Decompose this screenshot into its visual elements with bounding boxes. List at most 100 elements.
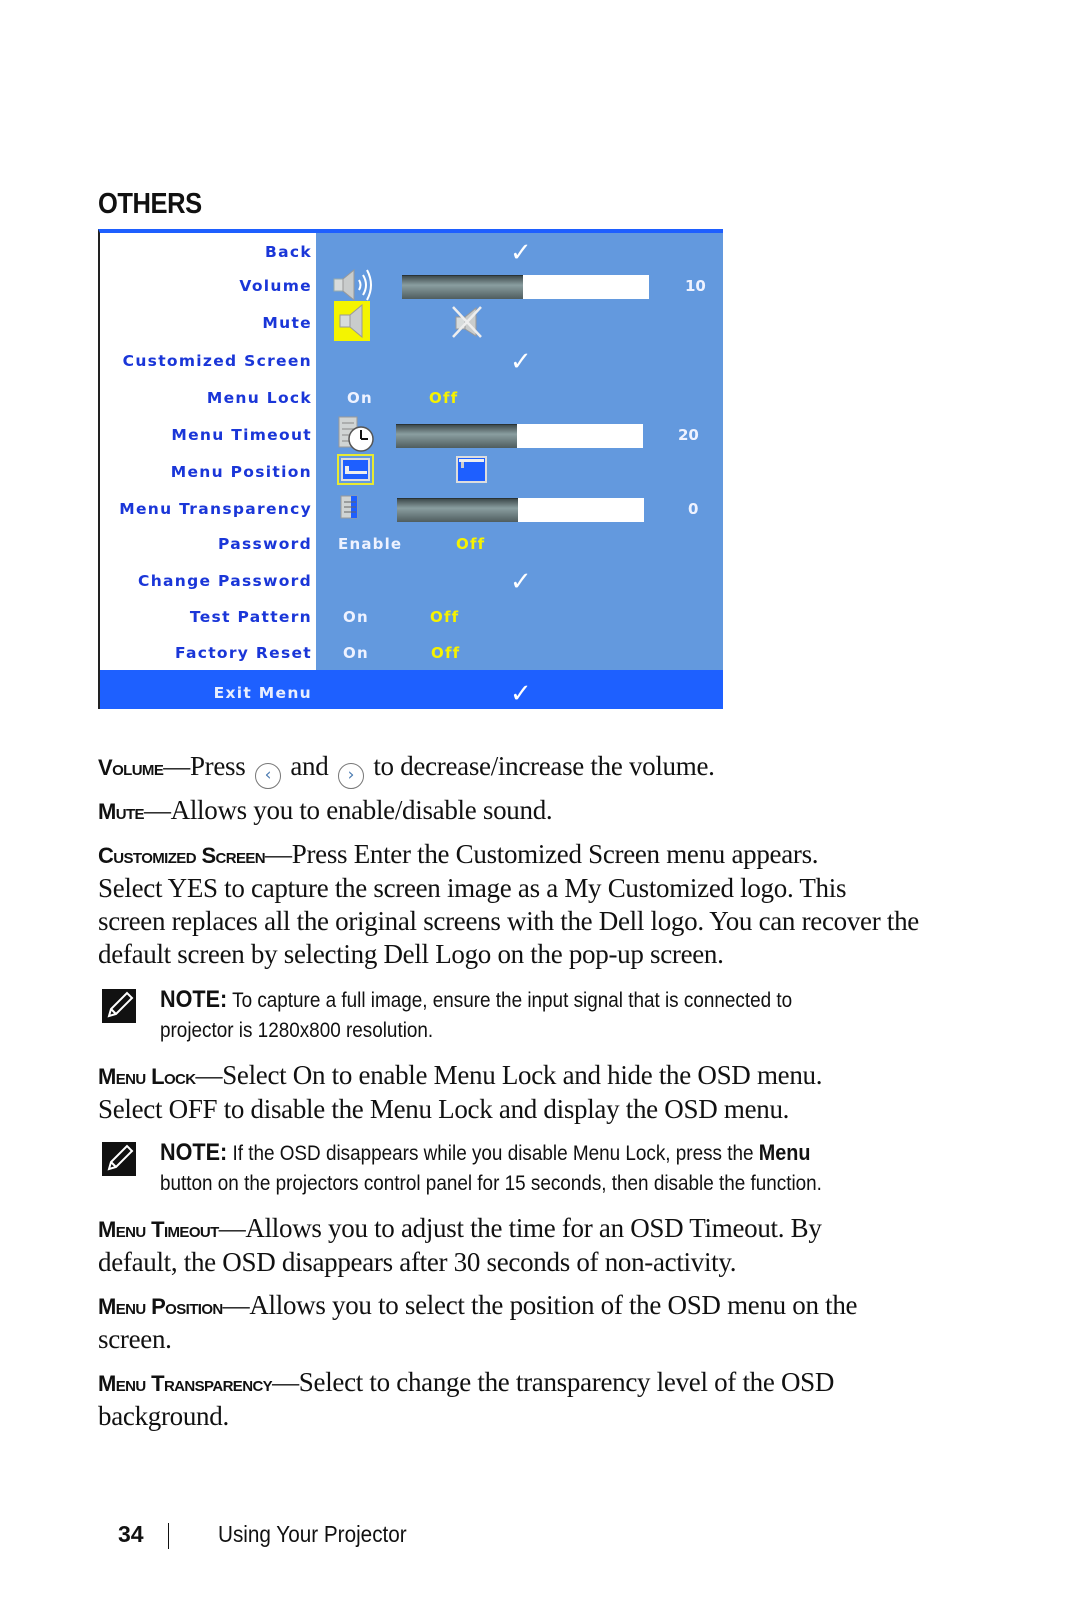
osd-row-test-pattern[interactable]: Test Pattern On Off [100,601,723,635]
position-top-left-icon[interactable] [456,456,487,483]
text: and [283,751,335,781]
section-title: OTHERS [98,188,202,220]
option-off[interactable]: Off [431,644,460,662]
osd-label: Customized Screen [122,352,312,370]
checkmark-icon[interactable]: ✓ [510,567,532,597]
checkmark-icon[interactable]: ✓ [510,679,532,709]
osd-label: Menu Timeout [171,426,312,444]
osd-label: Back [265,243,312,261]
osd-label: Menu Transparency [119,500,312,518]
osd-label: Menu Lock [206,389,312,407]
osd-row-menu-timeout[interactable]: Menu Timeout 20 [100,416,723,453]
page-footer: 34 Using Your Projector [118,1521,407,1549]
osd-row-back[interactable]: Back ✓ [100,236,723,270]
customized-screen-description: Customized Screen—Press Enter the Custom… [98,838,938,971]
page-number: 34 [118,1521,144,1547]
osd-menu: Back ✓ Volume 10 Mute Customized Screen … [98,229,723,709]
menu-transparency-description: Menu Transparency—Select to change the t… [98,1366,938,1433]
footer-divider [168,1523,169,1549]
checkmark-icon[interactable]: ✓ [510,238,532,268]
term-customized-screen: Customized Screen [98,843,266,868]
speaker-icon[interactable] [334,301,370,341]
menu-timeout-slider[interactable] [396,424,643,448]
volume-slider[interactable] [402,275,649,299]
text: To capture a full image, ensure the inpu… [227,989,793,1012]
term-mute: Mute [98,799,145,824]
note-pencil-icon [102,1142,136,1176]
dash: — [218,1213,246,1243]
term-menu-transparency: Menu Transparency [98,1371,273,1396]
text: projector is 1280x800 resolution. [160,1019,434,1042]
chapter-title: Using Your Projector [218,1521,407,1547]
term-volume: Volume [98,755,164,780]
position-bottom-left-icon[interactable] [337,454,374,485]
text: default, the OSD disappears after 30 sec… [98,1247,737,1277]
text: background. [98,1401,229,1431]
osd-row-exit-menu[interactable]: Exit Menu ✓ [100,677,723,711]
dash: — [222,1290,250,1320]
option-on[interactable]: On [343,608,369,626]
right-arrow-button-icon: › [337,763,364,789]
osd-row-menu-lock[interactable]: Menu Lock On Off [100,382,723,416]
osd-row-menu-position[interactable]: Menu Position [100,454,723,490]
osd-row-customized-screen[interactable]: Customized Screen ✓ [100,345,723,379]
text: Press [189,751,252,781]
text: Select OFF to disable the Menu Lock and … [98,1094,790,1124]
note-text: NOTE: To capture a full image, ensure th… [160,985,997,1046]
osd-label: Test Pattern [189,608,312,626]
menu-button-reference: Menu [758,1140,811,1165]
osd-label: Menu Position [170,463,312,481]
term-menu-lock: Menu Lock [98,1064,196,1089]
osd-label: Password [218,535,312,553]
osd-label: Factory Reset [174,644,312,662]
text: to decrease/increase the volume. [366,751,715,781]
muted-speaker-icon[interactable] [450,303,484,341]
osd-row-mute[interactable]: Mute [100,301,723,341]
menu-position-description: Menu Position—Allows you to select the p… [98,1289,938,1356]
option-on[interactable]: On [343,644,369,662]
osd-label: Mute [262,314,312,332]
menu-timeout-description: Menu Timeout—Allows you to adjust the ti… [98,1212,938,1279]
osd-row-factory-reset[interactable]: Factory Reset On Off [100,637,723,671]
text: Allows you to select the position of the… [249,1290,858,1320]
menu-lock-description: Menu Lock—Select On to enable Menu Lock … [98,1059,938,1126]
term-menu-timeout: Menu Timeout [98,1217,219,1242]
menu-clock-icon [338,416,374,452]
osd-row-volume[interactable]: Volume 10 [100,268,723,304]
transparency-icon [340,495,358,519]
text: Press Enter the Customized Screen menu a… [291,839,819,869]
note-label: NOTE: [160,986,228,1013]
volume-slider-fill [402,275,524,299]
text: Select to change the transparency level … [298,1367,835,1397]
option-enable[interactable]: Enable [338,535,402,553]
osd-row-menu-transparency[interactable]: Menu Transparency 0 [100,493,723,527]
menu-timeout-value: 20 [678,426,699,444]
menu-transparency-slider[interactable] [397,498,644,522]
option-off[interactable]: Off [429,389,458,407]
text: Select YES to capture the screen image a… [98,873,847,903]
dash: — [163,751,190,781]
dash: — [272,1367,299,1397]
text: If the OSD disappears while you disable … [227,1142,759,1165]
osd-label: Exit Menu [213,684,312,702]
osd-row-password[interactable]: Password Enable Off [100,528,723,562]
checkmark-icon[interactable]: ✓ [510,347,532,377]
volume-description: Volume—Press ‹ and › to decrease/increas… [98,750,938,789]
text: Allows you to enable/disable sound. [170,795,553,825]
option-on[interactable]: On [347,389,373,407]
menu-transparency-slider-fill [397,498,519,522]
option-off[interactable]: Off [430,608,459,626]
osd-row-change-password[interactable]: Change Password ✓ [100,565,723,599]
text: button on the projectors control panel f… [160,1172,822,1195]
volume-value: 10 [685,277,706,295]
note-text: NOTE: If the OSD disappears while you di… [160,1138,997,1199]
osd-label: Change Password [138,572,312,590]
dash: — [195,1060,223,1090]
text: default screen by selecting Dell Logo on… [98,939,724,969]
osd-label: Volume [239,277,312,295]
speaker-icon [333,268,372,302]
dash: — [143,795,171,825]
mute-description: Mute—Allows you to enable/disable sound. [98,794,938,828]
term-menu-position: Menu Position [98,1294,223,1319]
option-off[interactable]: Off [456,535,485,553]
